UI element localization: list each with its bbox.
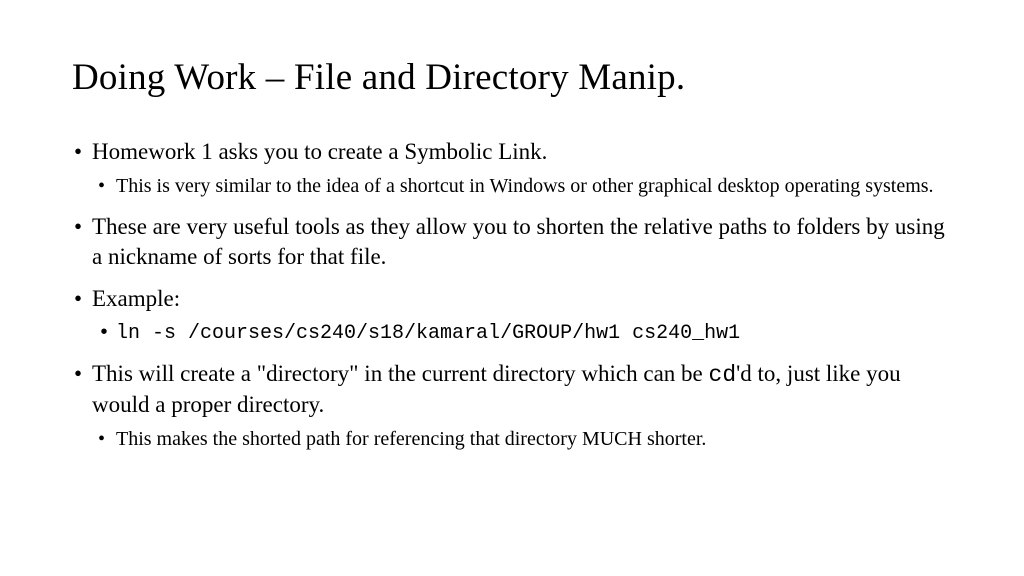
slide-title: Doing Work – File and Directory Manip. [72,56,952,99]
sub-bullet-list: This makes the shorted path for referenc… [92,426,952,453]
inline-code: cd [709,362,737,388]
sub-bullet-item: This makes the shorted path for referenc… [92,426,952,453]
bullet-item: This will create a "directory" in the cu… [72,359,952,454]
sub-bullet-item: This is very similar to the idea of a sh… [92,173,952,200]
bullet-item: These are very useful tools as they allo… [72,212,952,272]
sub-bullet-item: ln -s /courses/cs240/s18/kamaral/GROUP/h… [92,320,952,347]
bullet-text: Example: [92,286,180,311]
sub-bullet-list: ln -s /courses/cs240/s18/kamaral/GROUP/h… [92,320,952,347]
bullet-text-pre: This will create a "directory" in the cu… [92,361,709,386]
sub-bullet-list: This is very similar to the idea of a sh… [92,173,952,200]
bullet-list: Homework 1 asks you to create a Symbolic… [72,137,952,453]
bullet-item: Example: ln -s /courses/cs240/s18/kamara… [72,284,952,347]
bullet-text: Homework 1 asks you to create a Symbolic… [92,139,547,164]
bullet-item: Homework 1 asks you to create a Symbolic… [72,137,952,200]
